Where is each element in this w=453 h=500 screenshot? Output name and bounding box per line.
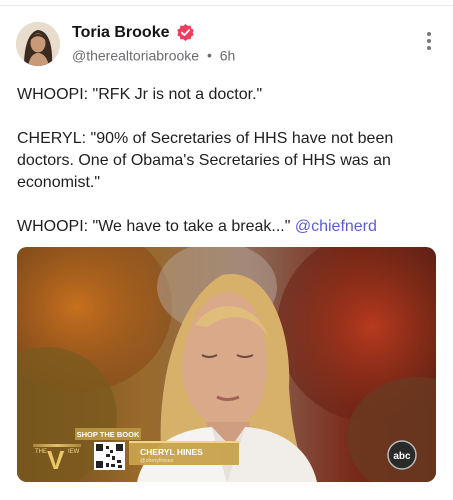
more-options-icon[interactable] [425,32,433,54]
post-header: Toria Brooke @therealtoriabrooke • 6h [16,18,437,70]
show-logo-letter: V [47,445,65,475]
top-divider [0,0,453,6]
mention-link[interactable]: @chiefnerd [295,218,377,235]
lower-third-name: CHERYL HINES [140,447,203,457]
shop-banner-label: SHOP THE BOOK [77,430,140,439]
author-row: Toria Brooke [72,23,195,42]
post-text: WHOOPI: "We have to take a break..." [17,218,295,235]
post-time: 6h [219,47,236,64]
show-logo-left: THE [35,449,47,455]
verified-badge-icon [176,23,194,42]
author-meta: @therealtoriabrooke • 6h [72,46,235,63]
post-body: WHOOPI: "RFK Jr is not a doctor." CHERYL… [17,84,432,260]
avatar[interactable] [16,22,60,66]
post-paragraph-last: WHOOPI: "We have to take a break..." @ch… [17,216,432,238]
author-handle[interactable]: @therealtoriabrooke [72,47,199,63]
lower-third-handle: @cherylhines [140,458,174,464]
show-logo-right: IEW [68,449,80,455]
meta-separator: • [206,47,212,64]
network-logo-text: abc [393,451,411,462]
video-media[interactable]: THE V IEW SHOP THE BOOK CHERYL HINES @ch… [17,247,436,482]
post-paragraph: WHOOPI: "RFK Jr is not a doctor." [17,86,263,103]
post-paragraph: CHERYL: "90% of Secretaries of HHS have … [17,130,394,191]
author-name[interactable]: Toria Brooke [72,24,170,42]
